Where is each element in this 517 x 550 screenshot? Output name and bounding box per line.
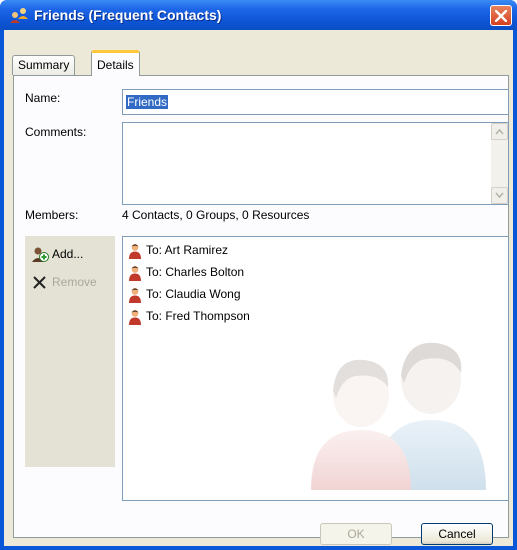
contact-person-icon bbox=[129, 288, 141, 303]
name-field-value: Friends bbox=[126, 95, 169, 109]
members-count: 4 Contacts, 0 Groups, 0 Resources bbox=[122, 208, 310, 222]
cancel-button[interactable]: Cancel bbox=[421, 523, 493, 545]
comments-label: Comments: bbox=[25, 125, 87, 139]
remove-x-icon bbox=[33, 276, 46, 289]
contact-person-icon bbox=[129, 266, 141, 281]
chevron-down-icon bbox=[495, 192, 504, 199]
name-label: Name: bbox=[25, 91, 61, 105]
title-bar[interactable]: Friends (Frequent Contacts) bbox=[0, 0, 517, 30]
contact-group-icon bbox=[10, 8, 28, 23]
add-contact-icon bbox=[32, 247, 49, 262]
comments-scrollbar[interactable] bbox=[491, 123, 508, 204]
scroll-down-button[interactable] bbox=[491, 187, 508, 204]
members-label: Members: bbox=[25, 208, 79, 222]
dialog-client-area: Summary Details Name: Friends Comments: bbox=[4, 30, 513, 546]
ok-button[interactable]: OK bbox=[320, 523, 392, 545]
dialog-window: Friends (Frequent Contacts) Summary Deta… bbox=[0, 0, 517, 550]
member-actions-pane: Add... Remove bbox=[25, 236, 115, 467]
add-member-label: Add... bbox=[52, 247, 84, 261]
contact-group-watermark-icon bbox=[311, 342, 486, 490]
remove-member-label: Remove bbox=[52, 275, 97, 289]
member-name: To: Fred Thompson bbox=[146, 309, 250, 323]
name-field[interactable]: Friends bbox=[122, 89, 509, 115]
close-button[interactable] bbox=[490, 5, 512, 26]
member-name: To: Art Ramirez bbox=[146, 243, 229, 257]
members-list[interactable]: To: Art Ramirez To: Charles Bolton To: C… bbox=[122, 236, 509, 501]
scroll-up-button[interactable] bbox=[491, 123, 508, 140]
contact-person-icon bbox=[129, 244, 141, 259]
close-icon bbox=[495, 10, 507, 22]
comments-field[interactable] bbox=[122, 122, 509, 205]
details-panel: Name: Friends Comments: Members: 4 Conta… bbox=[13, 75, 509, 538]
tab-summary[interactable]: Summary bbox=[12, 55, 76, 75]
member-name: To: Claudia Wong bbox=[146, 287, 241, 301]
window-title: Friends (Frequent Contacts) bbox=[34, 7, 222, 23]
chevron-up-icon bbox=[495, 128, 504, 135]
member-name: To: Charles Bolton bbox=[146, 265, 245, 279]
tab-details[interactable]: Details bbox=[91, 50, 140, 76]
contact-person-icon bbox=[129, 310, 141, 325]
